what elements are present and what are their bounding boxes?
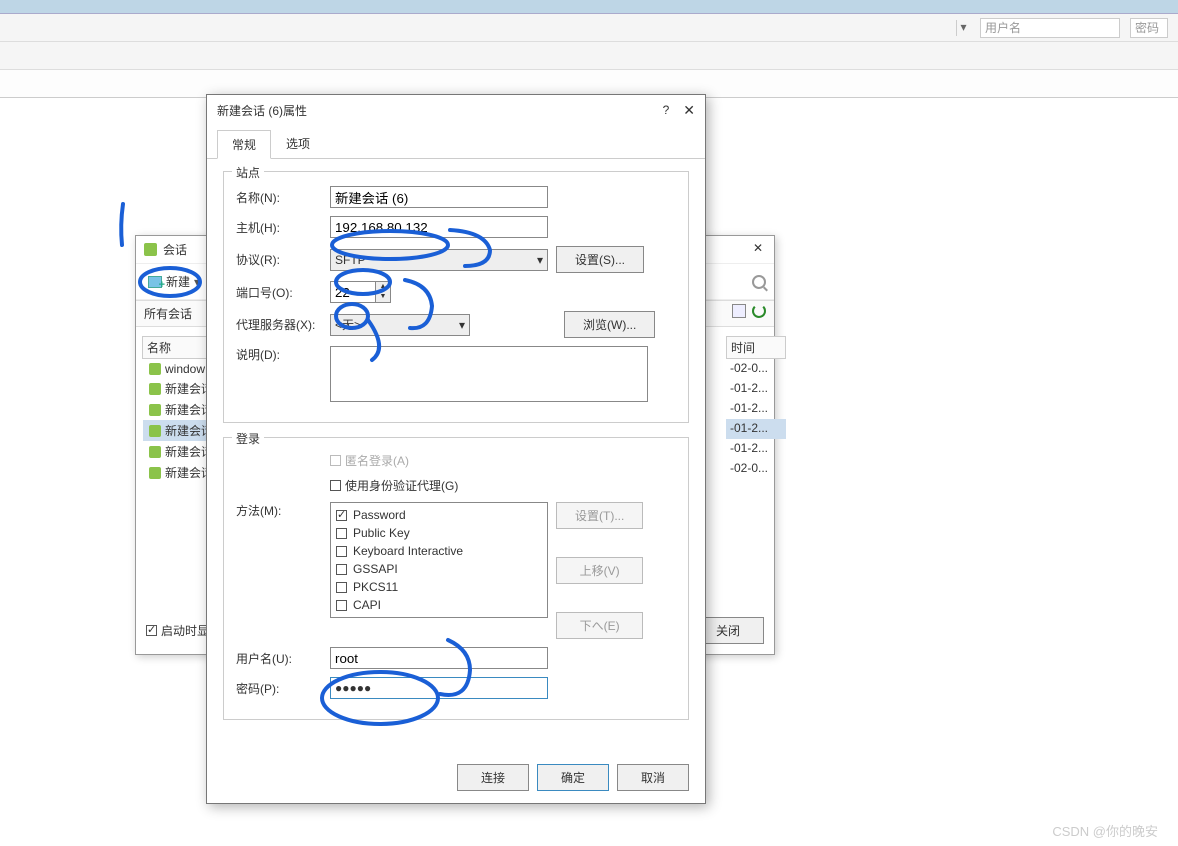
window-titlebar	[0, 0, 1178, 14]
pass-label: 密码(P):	[236, 680, 322, 697]
checkbox-icon	[336, 564, 347, 575]
method-item[interactable]: PKCS11	[334, 578, 544, 596]
method-item[interactable]: CAPI	[334, 596, 544, 614]
protocol-label: 协议(R):	[236, 251, 322, 268]
copy-icon[interactable]	[732, 304, 746, 318]
proxy-label: 代理服务器(X):	[236, 316, 322, 333]
time-cell: -02-0...	[726, 359, 786, 379]
settings2-button: 设置(T)...	[556, 502, 643, 529]
chevron-down-icon: ▾	[537, 253, 543, 267]
dialog-title: 新建会话 (6)属性	[217, 102, 663, 119]
password-input[interactable]: 密码	[1130, 18, 1168, 38]
time-cell: -02-0...	[726, 459, 786, 479]
time-cell: -01-2...	[726, 379, 786, 399]
time-cell: -01-2...	[726, 419, 786, 439]
proxy-select[interactable]: <无>▾	[330, 314, 470, 336]
connect-button[interactable]: 连接	[457, 764, 529, 791]
tab-general[interactable]: 常规	[217, 130, 271, 159]
new-session-button[interactable]: 新建 ▾	[144, 271, 204, 292]
desc-textarea[interactable]	[330, 346, 648, 402]
site-group-label: 站点	[232, 164, 264, 181]
checkbox-icon	[336, 546, 347, 557]
chevron-down-icon[interactable]: ▾	[194, 275, 200, 289]
checkbox-icon	[336, 600, 347, 611]
login-group-label: 登录	[232, 430, 264, 447]
session-icon	[149, 425, 161, 437]
anonymous-checkbox: 匿名登录(A)	[330, 452, 409, 469]
close-icon[interactable]: ✕	[750, 241, 766, 255]
session-icon	[149, 467, 161, 479]
name-input[interactable]	[330, 186, 548, 208]
session-icon	[149, 383, 161, 395]
protocol-select[interactable]: SFTP▾	[330, 249, 548, 271]
host-input[interactable]	[330, 216, 548, 238]
dialog-footer: 连接 确定 取消	[457, 764, 689, 791]
session-icon	[149, 446, 161, 458]
checkbox-icon	[146, 625, 157, 636]
checkbox-icon	[336, 528, 347, 539]
time-cell: -01-2...	[726, 439, 786, 459]
spin-down-icon[interactable]: ▼	[376, 292, 390, 302]
close-icon[interactable]: ✕	[683, 102, 695, 119]
settings-button[interactable]: 设置(S)...	[556, 246, 644, 273]
methods-list[interactable]: PasswordPublic KeyKeyboard InteractiveGS…	[330, 502, 548, 618]
checkbox-icon	[336, 510, 347, 521]
password-input[interactable]: ●●●●●	[330, 677, 548, 699]
chevron-down-icon: ▾	[459, 318, 465, 332]
ok-button[interactable]: 确定	[537, 764, 609, 791]
toolbar-strip	[0, 42, 1178, 70]
time-column: 时间 -02-0...-01-2...-01-2...-01-2...-01-2…	[726, 336, 786, 479]
session-icon	[149, 363, 161, 375]
cancel-button[interactable]: 取消	[617, 764, 689, 791]
desc-label: 说明(D):	[236, 346, 322, 363]
method-item[interactable]: Password	[334, 506, 544, 524]
search-icon[interactable]	[752, 275, 766, 289]
new-button-label: 新建	[166, 273, 190, 290]
checkbox-icon	[330, 480, 341, 491]
help-icon[interactable]: ?	[663, 103, 670, 117]
host-label: 主机(H):	[236, 219, 322, 236]
refresh-icon[interactable]	[752, 304, 766, 318]
username-input[interactable]	[330, 647, 548, 669]
agent-checkbox[interactable]: 使用身份验证代理(G)	[330, 477, 458, 494]
dialog-titlebar[interactable]: 新建会话 (6)属性 ? ✕	[207, 95, 705, 125]
browse-button[interactable]: 浏览(W)...	[564, 311, 655, 338]
port-label: 端口号(O):	[236, 284, 322, 301]
login-group: 登录 匿名登录(A) 使用身份验证代理(G) 方法(M): PasswordPu…	[223, 437, 689, 720]
new-icon	[148, 276, 162, 288]
site-group: 站点 名称(N): 主机(H): 协议(R): SFTP▾ 设置(S)... 端…	[223, 171, 689, 423]
app-toolbar: ▾ 用户名 密码	[0, 14, 1178, 42]
port-spinner[interactable]: ▲▼	[330, 281, 391, 303]
tab-options[interactable]: 选项	[271, 129, 325, 158]
spin-up-icon[interactable]: ▲	[376, 282, 390, 292]
column-header-time[interactable]: 时间	[726, 336, 786, 359]
watermark: CSDN @你的晚安	[1052, 821, 1158, 840]
checkbox-icon	[330, 455, 341, 466]
method-item[interactable]: Keyboard Interactive	[334, 542, 544, 560]
tabbar: 常规 选项	[207, 129, 705, 159]
username-input[interactable]: 用户名	[980, 18, 1120, 38]
moveup-button: 上移(V)	[556, 557, 643, 584]
startup-checkbox[interactable]: 启动时显	[146, 622, 209, 639]
method-item[interactable]: Public Key	[334, 524, 544, 542]
app-icon	[144, 243, 157, 256]
dropdown-caret-icon[interactable]: ▾	[956, 20, 970, 36]
sessions-title: 会话	[163, 241, 187, 258]
session-properties-dialog: 新建会话 (6)属性 ? ✕ 常规 选项 站点 名称(N): 主机(H): 协议…	[206, 94, 706, 804]
time-cell: -01-2...	[726, 399, 786, 419]
method-item[interactable]: GSSAPI	[334, 560, 544, 578]
movedown-button: 下へ(E)	[556, 612, 643, 639]
checkbox-icon	[336, 582, 347, 593]
user-label: 用户名(U):	[236, 650, 322, 667]
name-label: 名称(N):	[236, 189, 322, 206]
session-icon	[149, 404, 161, 416]
method-label: 方法(M):	[236, 502, 322, 519]
port-input[interactable]	[330, 281, 376, 303]
